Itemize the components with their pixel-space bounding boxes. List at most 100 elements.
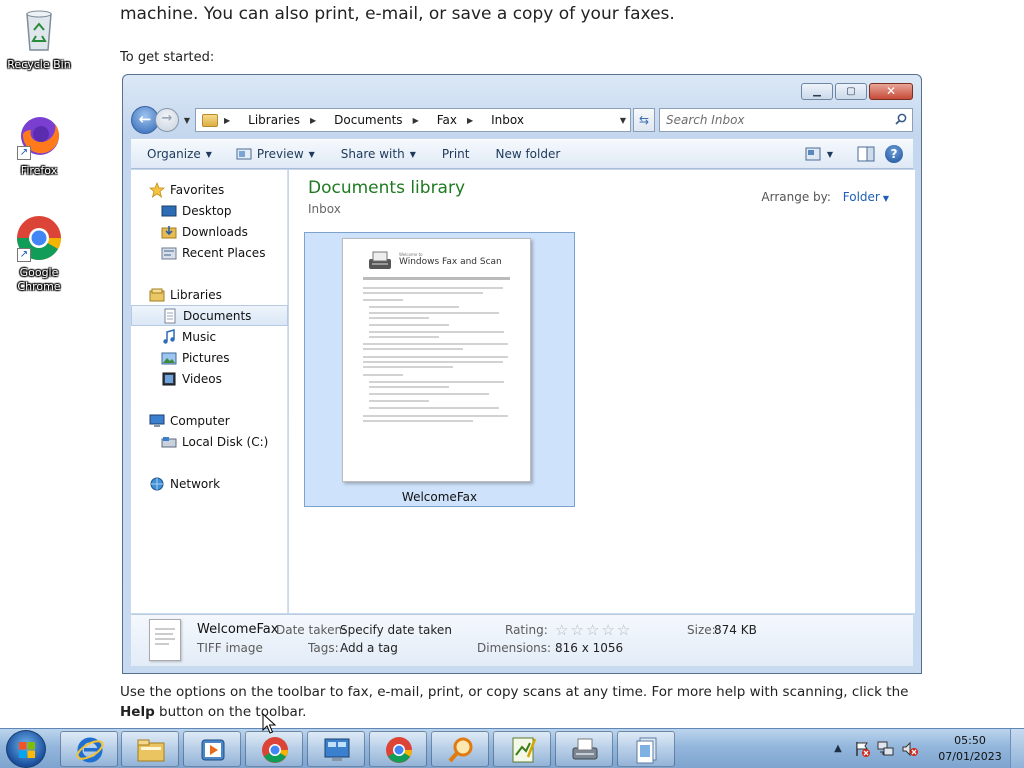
nav-documents[interactable]: Documents bbox=[131, 305, 288, 326]
chrome-icon bbox=[262, 737, 288, 763]
action-center-flag-icon[interactable] bbox=[853, 740, 871, 758]
help-icon[interactable]: ? bbox=[885, 145, 903, 163]
forward-arrow-icon: → bbox=[161, 111, 173, 126]
nav-network[interactable]: Network bbox=[131, 473, 288, 494]
hard-drive-icon bbox=[161, 436, 177, 447]
refresh-button[interactable]: ⇆ bbox=[633, 108, 655, 132]
change-view-button[interactable]: ▼ bbox=[805, 147, 833, 161]
help-text-line-2: Help button on the toolbar. bbox=[120, 704, 306, 720]
nav-favorites[interactable]: Favorites bbox=[131, 179, 288, 200]
desktop-icon-chrome[interactable]: ↗ Google Chrome bbox=[0, 214, 78, 294]
nav-videos[interactable]: Videos bbox=[131, 368, 288, 389]
desktop-icon-label: Google Chrome bbox=[17, 266, 61, 293]
system-tray: ▲ 05:50 07/01/2023 bbox=[826, 729, 1024, 768]
taskbar-chrome-2[interactable] bbox=[369, 731, 427, 767]
view-icon bbox=[805, 147, 821, 161]
nav-local-disk[interactable]: Local Disk (C:) bbox=[131, 431, 288, 452]
nav-computer[interactable]: Computer bbox=[131, 410, 288, 431]
nav-downloads[interactable]: Downloads bbox=[131, 221, 288, 242]
address-dropdown-icon[interactable]: ▼ bbox=[620, 116, 626, 125]
taskbar-control-panel[interactable] bbox=[307, 731, 365, 767]
address-bar[interactable]: ▶ Libraries ▶ Documents ▶ Fax ▶ Inbox ▼ bbox=[195, 108, 631, 132]
date-taken-label: Date taken: bbox=[276, 623, 347, 637]
volume-muted-icon[interactable] bbox=[901, 740, 919, 758]
start-button[interactable] bbox=[6, 730, 46, 768]
details-file-name: WelcomeFax bbox=[197, 622, 279, 637]
breadcrumb-fax[interactable]: Fax bbox=[435, 113, 465, 127]
downloads-folder-icon bbox=[161, 225, 177, 238]
minimize-button[interactable]: ▁ bbox=[801, 83, 833, 100]
breadcrumb-inbox[interactable]: Inbox bbox=[489, 113, 532, 127]
refresh-icon: ⇆ bbox=[638, 113, 650, 127]
tags-value[interactable]: Add a tag bbox=[340, 641, 398, 655]
date-taken-value[interactable]: Specify date taken bbox=[340, 623, 452, 637]
pictures-icon bbox=[161, 352, 177, 364]
search-icon[interactable] bbox=[895, 113, 907, 125]
taskbar-windows-explorer[interactable] bbox=[121, 731, 179, 767]
nav-pictures[interactable]: Pictures bbox=[131, 347, 288, 368]
navigation-pane[interactable]: Favorites Desktop Downloads Recent Place… bbox=[131, 170, 288, 613]
search-input[interactable] bbox=[660, 109, 912, 131]
dimensions-label: Dimensions: bbox=[477, 641, 552, 655]
share-with-button[interactable]: Share with ▼ bbox=[325, 140, 426, 168]
star-icon[interactable]: ☆ bbox=[555, 623, 568, 638]
get-started-heading: To get started: bbox=[120, 50, 215, 65]
nav-recent-places[interactable]: Recent Places bbox=[131, 242, 288, 263]
desktop-icon-firefox[interactable]: ↗ Firefox bbox=[0, 112, 78, 178]
chevron-down-icon: ▼ bbox=[826, 149, 833, 159]
search-box[interactable] bbox=[659, 108, 913, 132]
details-pane: WelcomeFax TIFF image Date taken: Specif… bbox=[131, 614, 913, 666]
magnifier-icon bbox=[448, 737, 473, 763]
maximize-button[interactable]: ▢ bbox=[835, 83, 867, 100]
taskbar-chrome[interactable] bbox=[245, 731, 303, 767]
file-item-welcomefax[interactable]: Welcome to Windows Fax and Scan WelcomeF… bbox=[304, 232, 575, 507]
taskbar-media-player[interactable] bbox=[183, 731, 241, 767]
organize-button[interactable]: Organize ▼ bbox=[131, 140, 222, 168]
taskbar: ▲ 05:50 07/01/2023 bbox=[0, 728, 1024, 768]
taskbar-search-magnifier[interactable] bbox=[431, 731, 489, 767]
taskbar-documents[interactable] bbox=[617, 731, 675, 767]
show-desktop-button[interactable] bbox=[1010, 729, 1024, 768]
star-icon[interactable]: ☆ bbox=[586, 623, 599, 638]
clock[interactable]: 05:50 07/01/2023 bbox=[930, 733, 1010, 765]
breadcrumb-separator-icon: ▶ bbox=[224, 115, 231, 125]
new-folder-button[interactable]: New folder bbox=[479, 140, 570, 168]
star-icon[interactable]: ☆ bbox=[617, 623, 630, 638]
history-dropdown-icon[interactable]: ▼ bbox=[181, 116, 193, 125]
taskbar-fax-and-scan[interactable] bbox=[555, 731, 613, 767]
preview-button[interactable]: Preview ▼ bbox=[222, 140, 325, 168]
star-icon[interactable]: ☆ bbox=[601, 623, 614, 638]
nav-libraries[interactable]: Libraries bbox=[131, 284, 288, 305]
preview-icon bbox=[236, 148, 252, 160]
recycle-bin-icon bbox=[15, 6, 63, 54]
nav-music[interactable]: Music bbox=[131, 326, 288, 347]
nav-desktop[interactable]: Desktop bbox=[131, 200, 288, 221]
maximize-icon: ▢ bbox=[846, 86, 856, 97]
forward-button[interactable]: → bbox=[155, 108, 179, 132]
breadcrumb-separator-icon: ▶ bbox=[412, 115, 419, 125]
network-status-icon[interactable] bbox=[877, 740, 895, 758]
print-button[interactable]: Print bbox=[426, 140, 480, 168]
file-name-label: WelcomeFax bbox=[401, 490, 478, 504]
folder-icon bbox=[202, 113, 218, 127]
star-icon bbox=[149, 181, 165, 198]
libraries-icon bbox=[149, 288, 165, 301]
preview-pane-icon[interactable] bbox=[857, 146, 875, 162]
breadcrumb-libraries[interactable]: Libraries bbox=[246, 113, 308, 127]
show-hidden-icons-icon[interactable]: ▲ bbox=[829, 740, 847, 758]
desktop-icon-recycle-bin[interactable]: Recycle Bin bbox=[0, 6, 78, 72]
taskbar-internet-explorer[interactable] bbox=[60, 731, 118, 767]
breadcrumb-documents[interactable]: Documents bbox=[332, 113, 410, 127]
taskbar-editor[interactable] bbox=[493, 731, 551, 767]
content-pane[interactable]: Documents library Inbox Arrange by: Fold… bbox=[289, 170, 915, 613]
close-icon: ✕ bbox=[885, 84, 897, 98]
star-icon[interactable]: ☆ bbox=[570, 623, 583, 638]
arrange-by-dropdown[interactable]: Folder ▼ bbox=[843, 190, 889, 204]
explorer-window[interactable]: ▁ ▢ ✕ ← → ▼ ▶ Libraries ▶ Documents ▶ Fa… bbox=[122, 74, 922, 674]
chevron-down-icon: ▼ bbox=[409, 149, 416, 159]
rating-stars[interactable]: ☆ ☆ ☆ ☆ ☆ bbox=[555, 623, 630, 638]
file-thumbnail: Welcome to Windows Fax and Scan bbox=[342, 238, 531, 482]
music-icon bbox=[163, 328, 175, 344]
recent-places-icon bbox=[161, 247, 177, 259]
close-button[interactable]: ✕ bbox=[869, 83, 913, 100]
